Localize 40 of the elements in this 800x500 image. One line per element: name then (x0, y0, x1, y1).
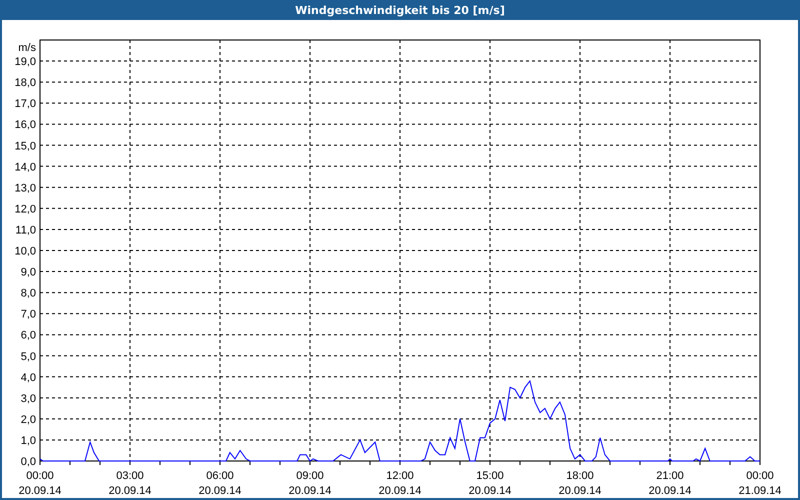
y-tick-label: 19,0 (14, 56, 36, 68)
x-tick-label: 00:00 (746, 470, 774, 482)
x-tick-label: 21:00 (656, 470, 684, 482)
y-tick-label: 12,0 (14, 203, 36, 216)
y-tick-label: 13,0 (14, 182, 36, 194)
x-date-label: 21.09.14 (738, 485, 782, 497)
y-tick-label: 4,0 (20, 372, 36, 384)
x-tick-label: 00:00 (26, 470, 54, 482)
x-tick-label: 03:00 (116, 470, 144, 482)
y-tick-label: 15,0 (14, 140, 36, 152)
y-tick-label: 9,0 (20, 266, 36, 279)
x-date-label: 20.09.14 (18, 485, 62, 497)
x-tick-label: 15:00 (476, 470, 504, 482)
y-tick-label: 2,0 (20, 414, 36, 426)
x-tick-label: 12:00 (386, 470, 414, 482)
x-date-label: 20.09.14 (378, 485, 422, 497)
y-tick-label: 10,0 (14, 246, 36, 258)
y-tick-label: 6,0 (20, 330, 36, 342)
y-tick-label: 1,0 (20, 434, 36, 447)
y-tick-label: 16,0 (14, 119, 36, 132)
y-tick-label: 0,0 (20, 456, 36, 468)
y-tick-label: 11,0 (15, 224, 36, 236)
x-date-label: 20.09.14 (108, 485, 152, 497)
x-date-label: 20.09.14 (648, 485, 692, 497)
y-tick-label: 5,0 (20, 350, 36, 363)
y-tick-label: 3,0 (20, 392, 36, 405)
y-tick-label: 18,0 (14, 77, 36, 90)
x-date-label: 20.09.14 (558, 485, 602, 497)
x-tick-label: 18:00 (566, 470, 594, 482)
x-date-label: 20.09.14 (288, 485, 332, 497)
y-tick-label: 8,0 (20, 288, 36, 300)
y-tick-label: 14,0 (14, 161, 36, 174)
window-title: Windgeschwindigkeit bis 20 [m/s] (0, 0, 800, 20)
y-tick-label: 7,0 (20, 308, 36, 321)
x-date-label: 20.09.14 (468, 485, 512, 497)
x-tick-label: 06:00 (206, 470, 234, 482)
x-date-label: 20.09.14 (198, 485, 242, 497)
axis-unit-label: m/s (18, 42, 36, 54)
x-tick-label: 09:00 (296, 470, 324, 482)
y-tick-label: 17,0 (14, 98, 36, 110)
